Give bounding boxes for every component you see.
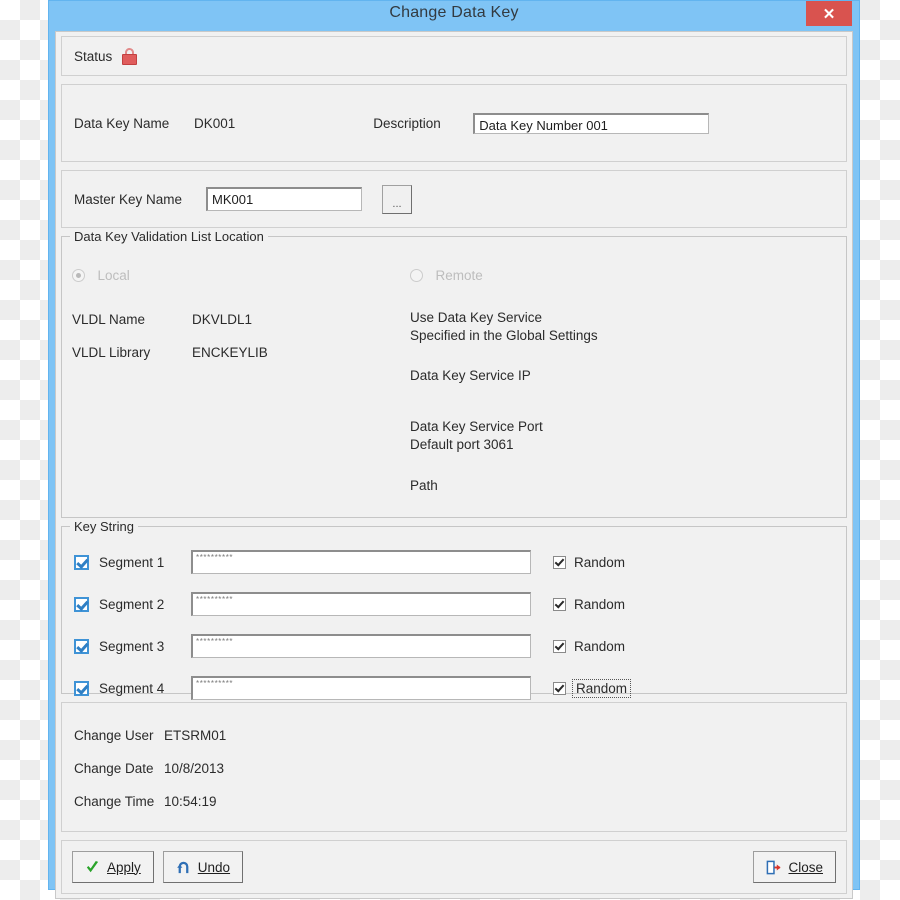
vldl-location-groupbox: Data Key Validation List Location Local … bbox=[61, 236, 847, 518]
change-user-value: ETSRM01 bbox=[164, 728, 226, 743]
dialog-client-area: Status Data Key Name DK001 Description D… bbox=[55, 31, 853, 899]
segment-2-random-checkbox[interactable] bbox=[553, 598, 566, 611]
undo-arrow-icon bbox=[176, 860, 191, 875]
change-data-key-dialog: Change Data Key ✕ Status Data Key Name D… bbox=[48, 0, 860, 890]
segment-3-checkbox[interactable] bbox=[74, 639, 89, 654]
path-label: Path bbox=[410, 478, 830, 493]
change-date-value: 10/8/2013 bbox=[164, 761, 224, 776]
window-close-button[interactable]: ✕ bbox=[806, 1, 852, 26]
change-time-label: Change Time bbox=[74, 794, 164, 809]
audit-panel: Change User ETSRM01 Change Date 10/8/201… bbox=[61, 702, 847, 832]
button-bar: Apply Undo bbox=[61, 840, 847, 894]
close-button-label: Close bbox=[788, 860, 823, 875]
radio-local[interactable]: Local bbox=[72, 267, 402, 285]
vldl-library-value: ENCKEYLIB bbox=[192, 345, 268, 360]
change-user-row: Change User ETSRM01 bbox=[74, 719, 846, 752]
identity-panel: Data Key Name DK001 Description Data Key… bbox=[61, 84, 847, 162]
use-data-key-service-line-1: Use Data Key Service bbox=[410, 310, 830, 325]
vldl-name-value: DKVLDL1 bbox=[192, 312, 252, 327]
master-key-name-label: Master Key Name bbox=[74, 192, 206, 207]
change-time-value: 10:54:19 bbox=[164, 794, 217, 809]
radio-local-label: Local bbox=[97, 268, 129, 283]
status-panel: Status bbox=[61, 36, 847, 76]
vldl-groupbox-title: Data Key Validation List Location bbox=[70, 229, 268, 244]
change-date-row: Change Date 10/8/2013 bbox=[74, 752, 846, 785]
window-title: Change Data Key bbox=[49, 4, 859, 22]
apply-button-label: Apply bbox=[107, 860, 141, 875]
use-data-key-service-line-2: Specified in the Global Settings bbox=[410, 328, 830, 343]
data-key-service-ip-label: Data Key Service IP bbox=[410, 368, 830, 383]
change-time-row: Change Time 10:54:19 bbox=[74, 785, 846, 818]
segment-4-input[interactable]: ********** bbox=[191, 676, 531, 700]
master-key-name-input[interactable]: MK001 bbox=[206, 187, 362, 211]
status-label: Status bbox=[74, 49, 112, 64]
vldl-library-label: VLDL Library bbox=[72, 345, 192, 360]
data-key-name-value: DK001 bbox=[194, 116, 235, 131]
segment-row: Segment 2 ********** Random bbox=[74, 583, 846, 625]
change-user-label: Change User bbox=[74, 728, 164, 743]
segment-row: Segment 3 ********** Random bbox=[74, 625, 846, 667]
apply-button[interactable]: Apply bbox=[72, 851, 154, 883]
vldl-name-label: VLDL Name bbox=[72, 312, 192, 327]
segment-3-random-label: Random bbox=[574, 639, 625, 654]
key-string-groupbox: Key String Segment 1 ********** Random S… bbox=[61, 526, 847, 694]
change-date-label: Change Date bbox=[74, 761, 164, 776]
radio-remote-indicator[interactable] bbox=[410, 269, 423, 282]
segment-4-checkbox[interactable] bbox=[74, 681, 89, 696]
segment-1-checkbox[interactable] bbox=[74, 555, 89, 570]
segment-3-input[interactable]: ********** bbox=[191, 634, 531, 658]
radio-remote[interactable]: Remote bbox=[410, 267, 830, 285]
data-key-name-label: Data Key Name bbox=[74, 116, 194, 131]
close-button[interactable]: Close bbox=[753, 851, 836, 883]
description-input[interactable]: Data Key Number 001 bbox=[473, 113, 709, 134]
undo-button-label: Undo bbox=[198, 860, 230, 875]
segment-1-label: Segment 1 bbox=[99, 555, 191, 570]
segment-4-random-checkbox[interactable] bbox=[553, 682, 566, 695]
radio-local-indicator[interactable] bbox=[72, 269, 85, 282]
segment-4-label: Segment 4 bbox=[99, 681, 191, 696]
checkmark-icon bbox=[85, 860, 100, 875]
description-label: Description bbox=[373, 116, 473, 131]
segment-row: Segment 1 ********** Random bbox=[74, 541, 846, 583]
data-key-service-port-label: Data Key Service Port bbox=[410, 419, 830, 434]
segment-3-random-checkbox[interactable] bbox=[553, 640, 566, 653]
segment-2-checkbox[interactable] bbox=[74, 597, 89, 612]
master-key-browse-button[interactable]: ... bbox=[382, 185, 412, 214]
master-key-panel: Master Key Name MK001 ... bbox=[61, 170, 847, 228]
segment-2-random-label: Random bbox=[574, 597, 625, 612]
lock-icon bbox=[122, 48, 137, 65]
segment-3-label: Segment 3 bbox=[99, 639, 191, 654]
segment-1-input[interactable]: ********** bbox=[191, 550, 531, 574]
segment-2-label: Segment 2 bbox=[99, 597, 191, 612]
exit-door-icon bbox=[766, 860, 781, 875]
key-string-groupbox-title: Key String bbox=[70, 519, 138, 534]
radio-remote-label: Remote bbox=[435, 268, 482, 283]
segment-1-random-label: Random bbox=[574, 555, 625, 570]
data-key-service-port-default: Default port 3061 bbox=[410, 437, 830, 452]
segment-1-random-checkbox[interactable] bbox=[553, 556, 566, 569]
undo-button[interactable]: Undo bbox=[163, 851, 243, 883]
title-bar: Change Data Key ✕ bbox=[49, 1, 859, 31]
segment-4-random-label: Random bbox=[574, 681, 629, 696]
segment-2-input[interactable]: ********** bbox=[191, 592, 531, 616]
